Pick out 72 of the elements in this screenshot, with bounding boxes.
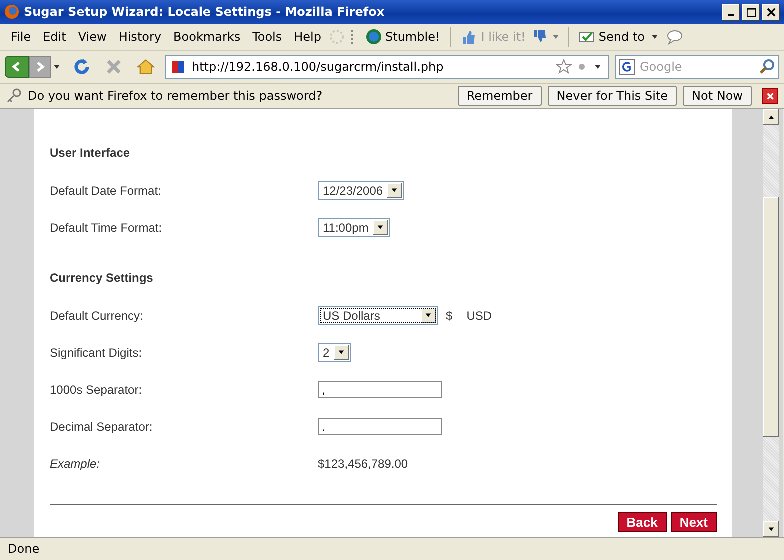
nav-button[interactable]: Next (670, 512, 717, 532)
field-label: Significant Digits: (50, 346, 144, 360)
menu-item[interactable]: Help (289, 28, 326, 46)
input-field[interactable]: , (318, 381, 442, 398)
dropdown[interactable]: US Dollars (318, 306, 438, 325)
currency-text: USD (466, 308, 492, 322)
search-bar[interactable]: Google (615, 55, 779, 79)
toolbar-grip (350, 30, 356, 44)
scrollbar[interactable] (763, 109, 783, 537)
currency-text: $ (446, 308, 453, 322)
reload-icon[interactable] (73, 58, 91, 76)
stumble-button[interactable]: Stumble! (362, 27, 444, 47)
stumble-logo-icon (366, 29, 382, 45)
example-value: $123,456,789.00 (318, 456, 408, 470)
star-icon[interactable] (556, 59, 572, 75)
scroll-up-icon (768, 114, 774, 120)
key-icon (6, 88, 22, 104)
menu-item[interactable]: Edit (38, 28, 72, 46)
google-g-icon (619, 59, 635, 75)
field-label: Default Currency: (50, 308, 144, 322)
notification-button[interactable]: Not Now (683, 86, 752, 106)
caret-icon[interactable] (595, 65, 601, 69)
caret-icon (652, 35, 658, 39)
maximize-icon (746, 8, 756, 16)
caret-icon (425, 312, 432, 319)
maximize-button[interactable] (742, 4, 760, 20)
nav-button[interactable]: Back (618, 512, 667, 532)
thumbs-down-icon[interactable] (532, 29, 548, 45)
dot-icon (578, 63, 586, 71)
section-heading: Currency Settings (50, 270, 154, 287)
address-bar[interactable]: http://192.168.0.100/sugarcrm/install.php (165, 55, 609, 79)
close-notification-button[interactable] (762, 88, 778, 104)
home-icon[interactable] (137, 58, 155, 76)
speech-bubble-icon[interactable] (666, 29, 683, 45)
field-label: Default Date Format: (50, 184, 162, 198)
dropdown[interactable]: 11:00pm (318, 218, 390, 237)
menu-item[interactable]: Tools (248, 28, 288, 46)
window-title: Sugar Setup Wizard: Locale Settings - Mozilla Firefox (24, 5, 386, 19)
minimize-button[interactable] (722, 4, 740, 20)
search-icon[interactable] (759, 59, 775, 75)
caret-icon (338, 349, 345, 356)
menu-item[interactable]: Bookmarks (168, 28, 246, 46)
minimize-icon (728, 14, 734, 16)
notification-button[interactable]: Never for This Site (548, 86, 678, 106)
close-icon (766, 92, 774, 100)
scroll-down-icon (768, 526, 774, 532)
field-label: Decimal Separator: (50, 420, 154, 434)
input-field[interactable]: . (318, 418, 442, 435)
field-label: 1000s Separator: (50, 382, 144, 396)
menu-item[interactable]: View (73, 28, 112, 46)
spinner-icon (328, 29, 344, 45)
field-label: Example: (50, 456, 102, 470)
notification-button[interactable]: Remember (458, 86, 542, 106)
menu-item[interactable]: History (114, 28, 167, 46)
caret-icon (391, 187, 398, 194)
book-icon (170, 59, 186, 75)
thumbs-up-icon (461, 29, 478, 45)
field-label: Default Time Format: (50, 220, 164, 234)
menu-item[interactable]: File (6, 28, 36, 46)
caret-icon (376, 224, 384, 231)
status-text: Done (8, 542, 40, 556)
notification-text: Do you want Firefox to remember this password? (28, 89, 324, 103)
globe-icon (4, 4, 20, 20)
close-icon (766, 8, 776, 16)
caret-icon[interactable] (54, 65, 60, 69)
close-button[interactable] (762, 4, 780, 20)
search-field[interactable]: Google (638, 59, 756, 75)
dropdown[interactable]: 12/23/2006 (318, 181, 404, 200)
dropdown[interactable]: 2 (318, 343, 351, 362)
send-to-button[interactable]: Send to (574, 27, 665, 47)
back-button[interactable] (5, 56, 29, 78)
section-heading: User Interface (50, 145, 132, 162)
